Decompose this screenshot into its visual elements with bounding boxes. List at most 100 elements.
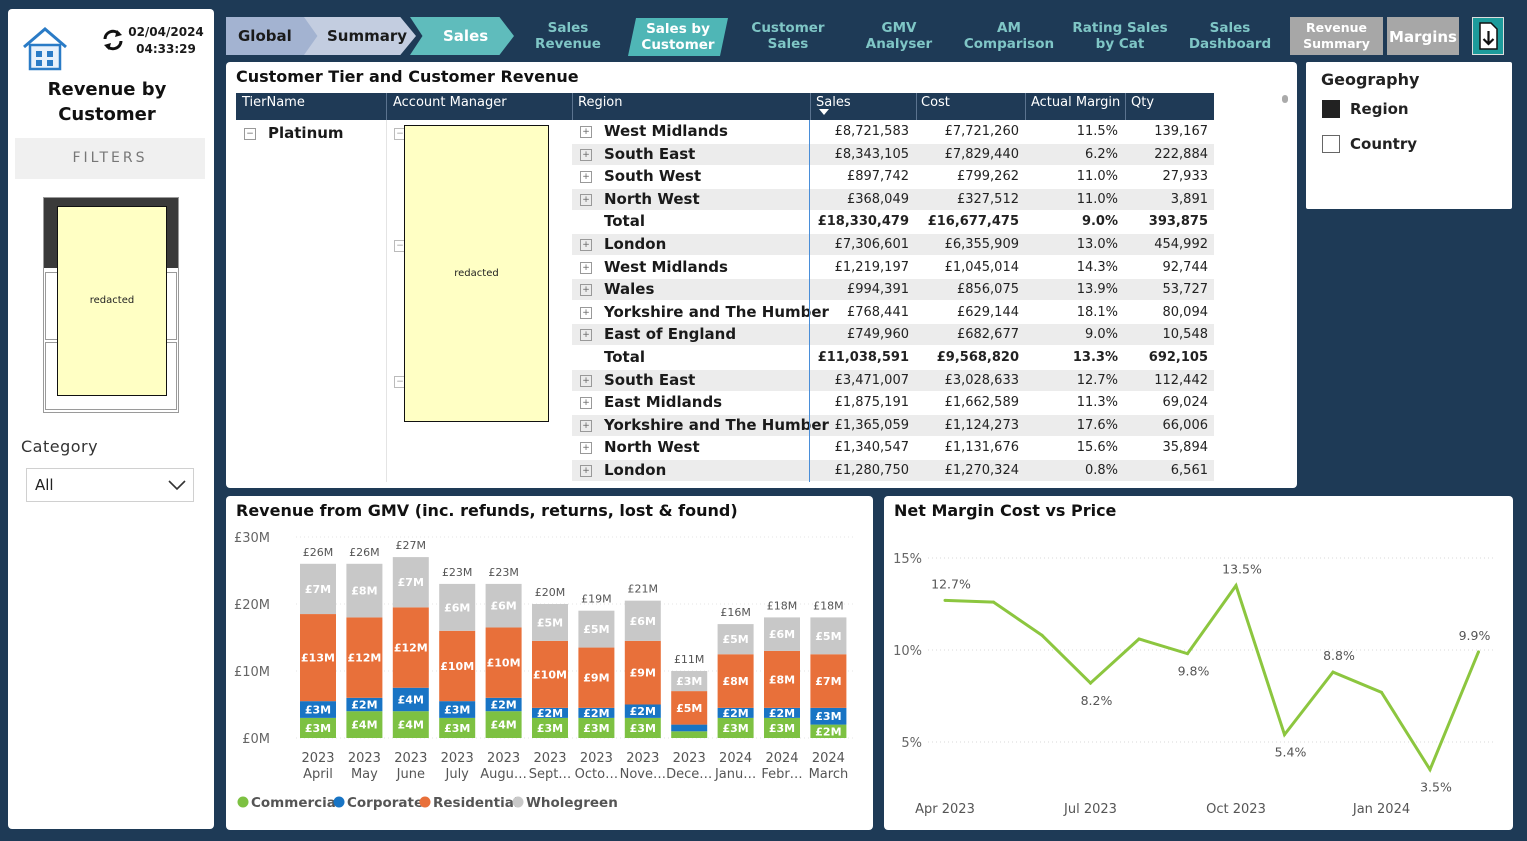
category-dropdown[interactable]: All [26,468,194,502]
bar-segment-label: £3M [444,722,470,735]
geography-title: Geography [1321,70,1420,89]
sales-cell: £897,742 [846,169,909,185]
margin-cell: 0.8% [1084,463,1118,478]
table-row[interactable]: + London £7,306,601 £6,355,909 13.0% 454,992 [226,233,1226,255]
bar-segment-label: £4M [490,719,516,732]
scrollbar-thumb[interactable] [1282,95,1288,103]
y-tick-label: 10% [893,644,922,659]
expand-row-button[interactable]: + [580,465,592,477]
cost-cell: £6,355,909 [944,237,1019,252]
country-option-label[interactable]: Country [1350,135,1417,153]
table-row[interactable]: + South East £3,471,007 £3,028,633 12.7% 112,… [226,369,1226,391]
home-icon[interactable] [18,23,72,73]
revenue-summary-button[interactable]: Revenue Summary [1290,17,1383,55]
table-total-row[interactable]: Total £18,330,479 £16,677,475 9.0% 393,875 [226,210,1226,232]
nav-label-line2: Sales [767,36,809,52]
table-row[interactable]: + Yorkshire and The Humber £1,365,059 £1,12… [226,414,1226,436]
breadcrumb-sales[interactable]: Sales [410,17,514,55]
table-row[interactable]: + East of England £749,960 £682,677 9.0% 10,5… [226,323,1226,346]
sales-cell: £1,219,197 [834,259,909,275]
nav-am-comparison[interactable]: AM Comparison [962,20,1056,56]
qty-cell: 222,884 [1154,146,1208,162]
breadcrumb-global[interactable]: Global [226,17,322,55]
bar-segment-label: £2M [769,707,795,720]
redacted-overlay: redacted [404,125,549,422]
table-row[interactable]: + South West £897,742 £799,262 11.0% 27,933 [226,165,1226,187]
x-tick-year: 2023 [348,751,381,766]
expand-row-button[interactable]: + [580,306,592,319]
country-checkbox[interactable] [1322,135,1340,153]
sales-cell: £1,280,750 [834,463,909,478]
expand-row-button[interactable]: + [580,329,592,342]
x-tick-month: Sept… [529,767,572,782]
cost-cell: £7,829,440 [944,146,1019,162]
bar-segment-label: £3M [583,722,609,735]
table-row[interactable]: + West Midlands £1,219,197 £1,045,014 14.3% 9… [226,256,1226,278]
table-row[interactable]: + Yorkshire and The Humber £768,441 £629,14… [226,301,1226,323]
margins-button[interactable]: Margins [1387,17,1459,55]
gmv-stacked-bar-chart[interactable]: £0M£10M£20M£30M£3M£3M£13M£7M£26M2023Apri… [226,524,873,824]
bar-total-label: £19M [581,593,612,606]
table-row[interactable]: + West Midlands £8,721,583 £7,721,260 11.5% 1… [226,120,1226,142]
filters-button[interactable]: FILTERS [15,138,205,179]
sales-cell: £749,960 [846,327,909,343]
nav-sales-revenue[interactable]: Sales Revenue [526,20,610,56]
x-tick-month: Augu… [480,767,527,782]
bar-segment-label: £5M [722,633,748,646]
expand-row-button[interactable]: + [580,126,592,138]
breadcrumb-summary[interactable]: Summary [304,17,416,55]
data-label: 3.5% [1420,780,1452,795]
data-label: 9.9% [1459,628,1491,643]
expand-row-button[interactable]: + [580,148,592,161]
expand-row-button[interactable]: + [580,442,592,455]
region-checkbox-checked[interactable] [1322,100,1340,118]
cost-cell: £1,662,589 [944,395,1019,411]
bar-total-label: £11M [674,653,705,666]
net-margin-chart-panel: Net Margin Cost vs Price 5% 10% 15% 12.7% 8.… [884,496,1513,830]
legend-marker [333,796,345,808]
nav-customer-sales[interactable]: Customer Sales [742,20,834,56]
expand-row-button[interactable]: + [580,374,592,387]
table-row[interactable]: + Wales £994,391 £856,075 13.9% 53,727 [226,278,1226,301]
category-label: Category [21,437,99,456]
nav-gmv-analyser[interactable]: GMV Analyser [858,20,940,56]
download-button[interactable] [1472,17,1504,55]
expand-row-button[interactable]: + [580,239,592,251]
x-tick-month: Janu… [714,767,756,782]
expand-row-button[interactable]: + [580,193,592,206]
table-total-row[interactable]: Total £11,038,591 £9,568,820 13.3% 692,105 [226,346,1226,368]
table-row[interactable]: + London £1,280,750 £1,270,324 0.8% 6,561 [226,459,1226,481]
data-label: 5.4% [1275,745,1307,760]
expand-row-button[interactable]: + [580,419,592,432]
bar-segment-label: £3M [722,722,748,735]
table-row[interactable]: + North West £368,049 £327,512 11.0% 3,891 [226,188,1226,210]
nav-sales-by-customer-active[interactable]: Sales by Customer [628,18,728,56]
x-tick-year: 2024 [812,751,845,766]
expand-row-button[interactable]: + [580,397,592,410]
sales-cell: £1,365,059 [834,417,909,433]
table-row[interactable]: + East Midlands £1,875,191 £1,662,589 11.3% 6… [226,391,1226,413]
qty-cell: 69,024 [1162,395,1209,411]
refresh-icon[interactable] [100,28,126,52]
nav-rating-sales-by-cat[interactable]: Rating Sales by Cat [1072,20,1168,56]
region-option-label[interactable]: Region [1350,100,1409,118]
bar-total-label: £27M [396,539,427,552]
chevron-down-icon [168,480,186,491]
data-label: 13.5% [1222,562,1262,577]
x-tick-month: June [396,767,425,782]
nav-sales-dashboard[interactable]: Sales Dashboard [1186,20,1274,56]
page-title-line2: Customer [58,104,156,125]
y-tick-label: 15% [893,552,922,567]
qty-cell: 6,561 [1170,463,1208,478]
x-tick-year: 2023 [580,751,613,766]
table-row[interactable]: + South East £8,343,105 £7,829,440 6.2% 222,8… [226,143,1226,165]
expand-row-button[interactable]: + [580,171,592,184]
net-margin-line-chart[interactable]: 5% 10% 15% 12.7% 8.2% 9.8% 13.5% 5.4% 8.8% 3.5% 9.… [884,524,1513,828]
expand-row-button[interactable]: + [580,284,592,297]
expand-row-button[interactable]: + [580,261,592,274]
bar-segment-label: £2M [815,725,841,738]
download-icon [1479,22,1498,50]
tier-slicer[interactable]: redacted [43,197,179,413]
table-row[interactable]: + North West £1,340,547 £1,131,676 15.6% 35,8… [226,436,1226,458]
margin-data-point [992,600,995,604]
